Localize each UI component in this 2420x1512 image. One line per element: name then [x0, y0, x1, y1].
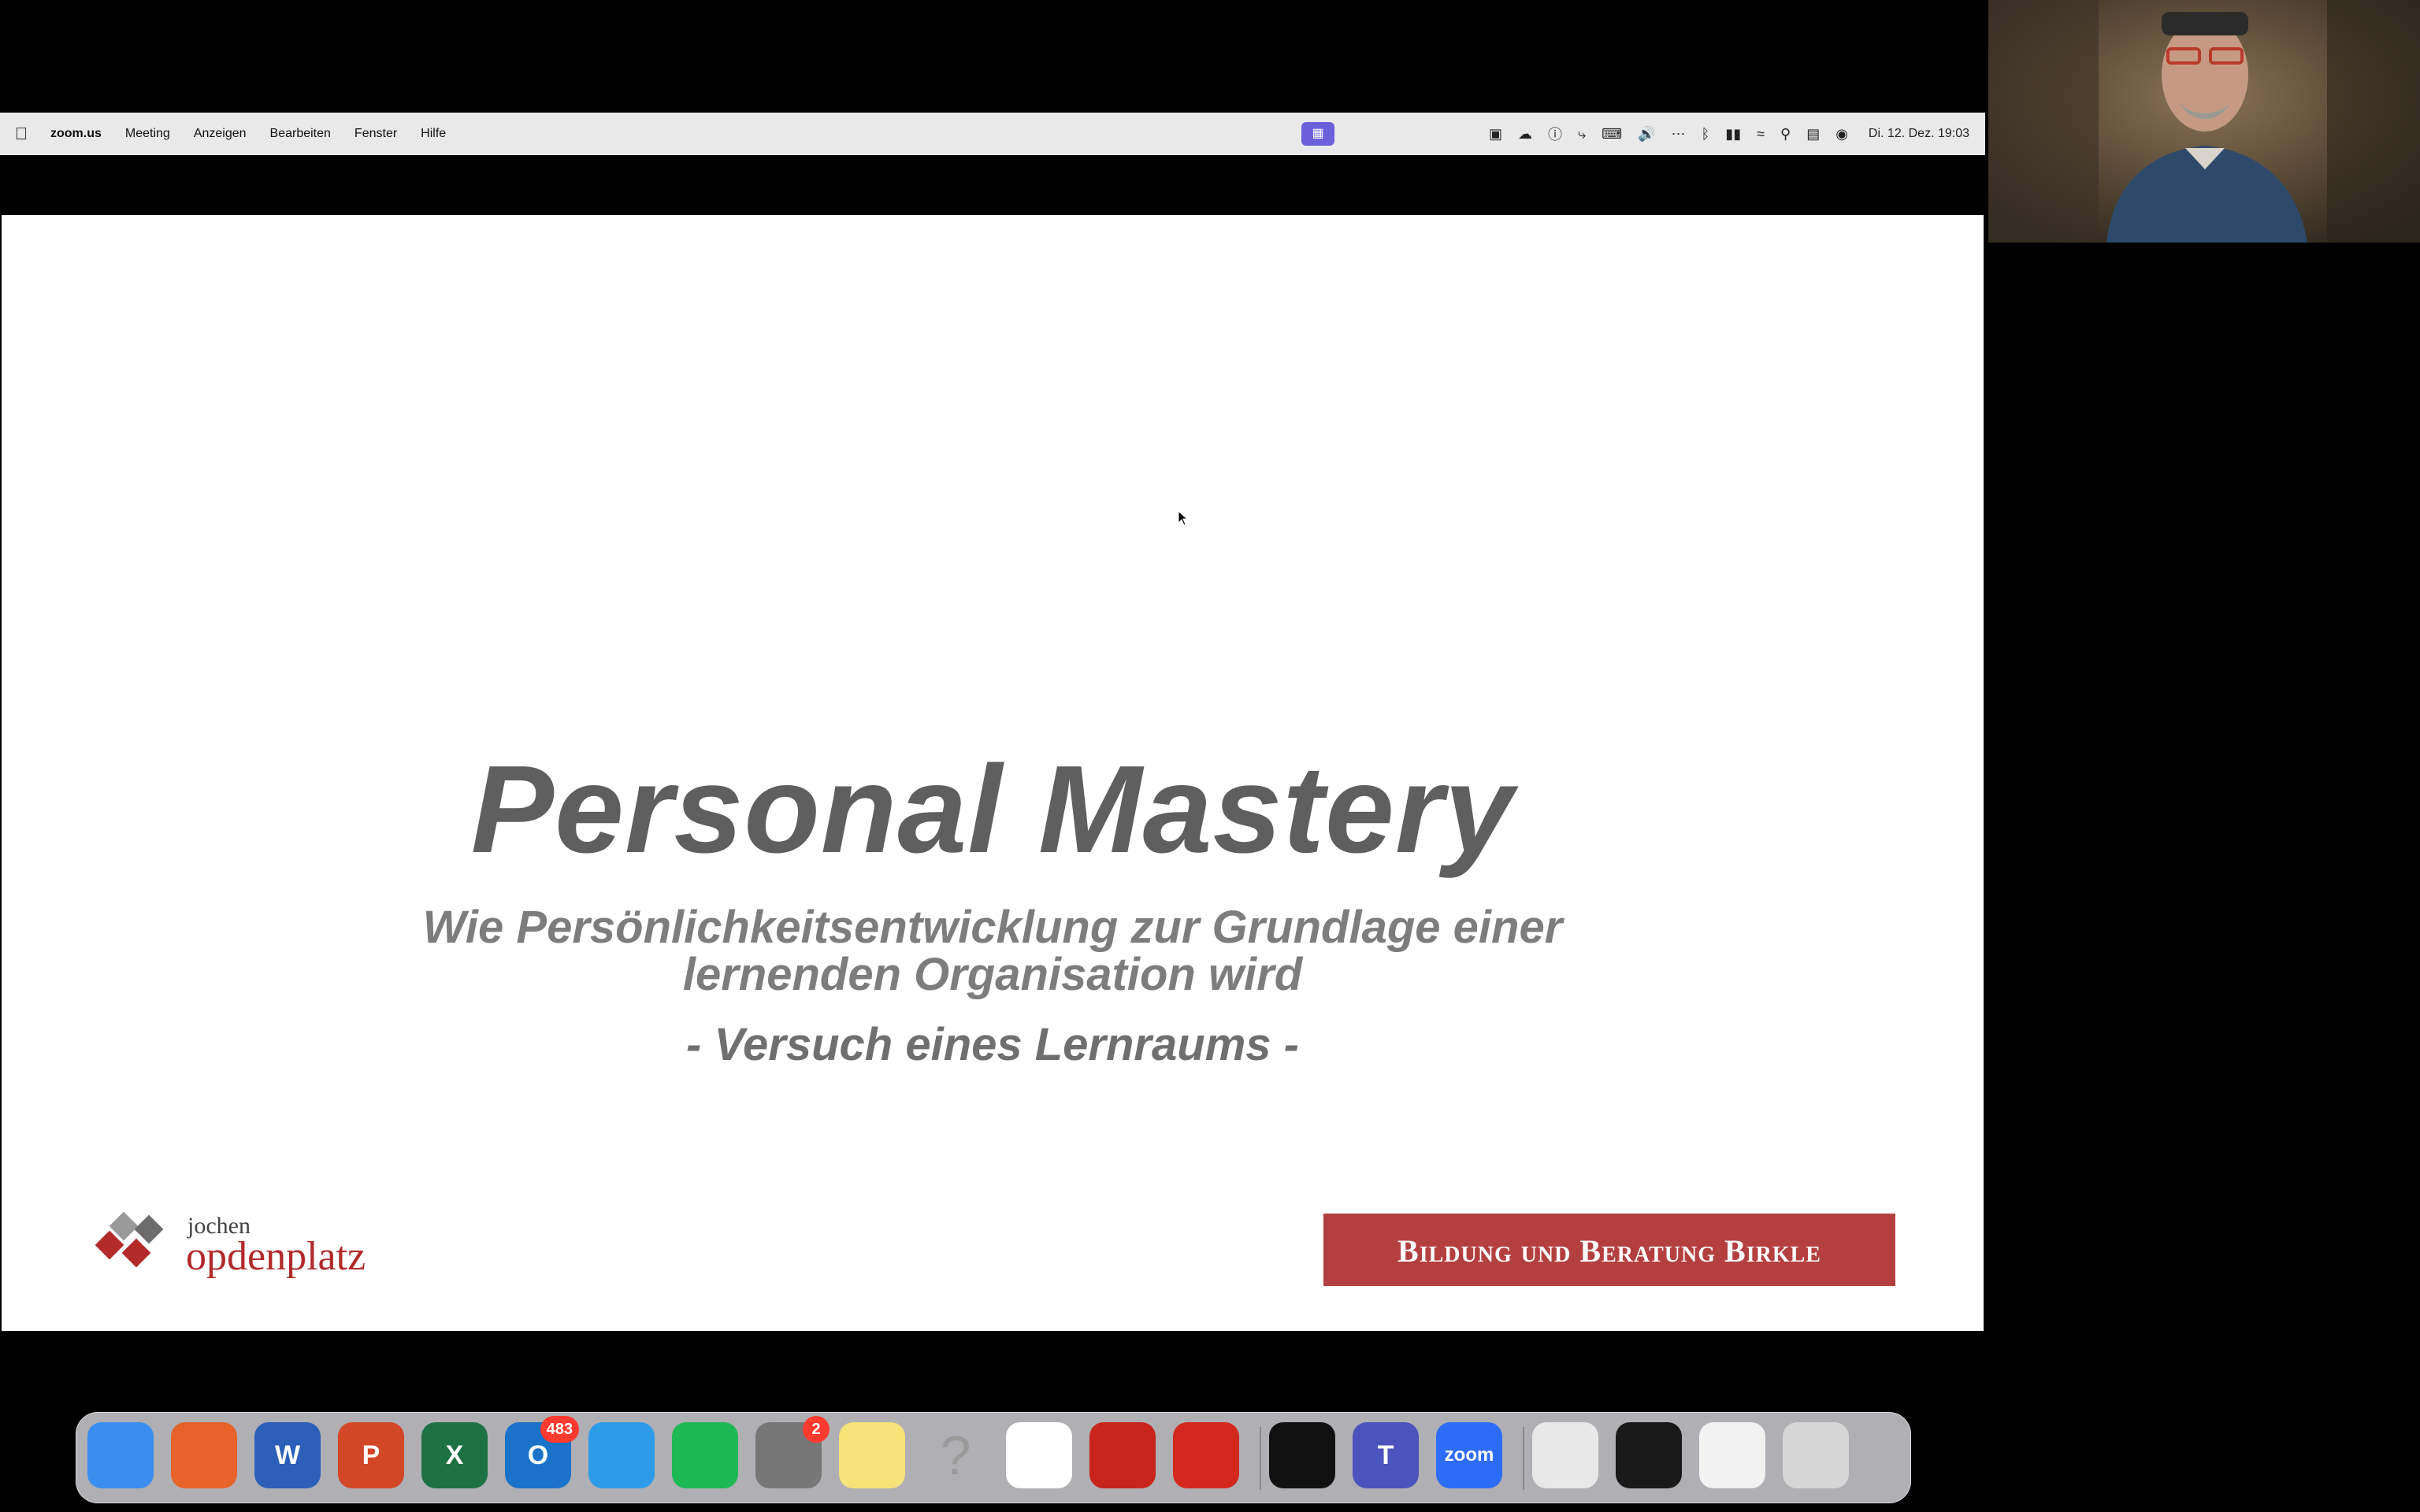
logo-last-name: opdenplatz [186, 1234, 366, 1279]
battery-icon[interactable]: ▮▮ [1725, 126, 1741, 143]
dock-separator [1523, 1427, 1524, 1490]
teams-icon: T [1377, 1440, 1394, 1470]
clock-app[interactable] [1269, 1422, 1335, 1488]
outlook-icon: O [527, 1440, 549, 1470]
presentation-slide: Personal Mastery Wie Persönlichkeitsentw… [2, 215, 1984, 1331]
avira-status-icon[interactable]: ⤷ [1578, 126, 1586, 143]
menu-meeting[interactable]: Meeting [113, 127, 182, 141]
shared-screen:  zoom.us Meeting Anzeigen Bearbeiten Fe… [0, 113, 1985, 1503]
outlook-app[interactable]: O 483 [505, 1416, 579, 1488]
safari-app[interactable] [588, 1422, 655, 1488]
menu-bar-clock[interactable]: Di. 12. Dez. 19:03 [1869, 127, 1969, 141]
zoom-icon: zoom [1444, 1444, 1494, 1466]
opdenplatz-logo: jochen opdenplatz [90, 1211, 405, 1282]
logo-mark-icon [95, 1211, 164, 1268]
bluetooth-icon[interactable]: ᛒ [1701, 126, 1709, 143]
zoom-app[interactable]: zoom [1436, 1422, 1502, 1488]
keyboard-icon[interactable]: ⌨ [1602, 126, 1622, 143]
app-menu[interactable]: zoom.us [43, 127, 113, 141]
pdf-document[interactable] [1532, 1422, 1598, 1488]
slide-subtitle: Wie Persönlichkeitsentwicklung zur Grund… [2, 904, 1984, 999]
menu-bar:  zoom.us Meeting Anzeigen Bearbeiten Fe… [0, 113, 1985, 155]
display-icon[interactable]: ▤ [1806, 126, 1820, 143]
recent-window-spotify[interactable] [1616, 1422, 1682, 1488]
menu-bearbeiten[interactable]: Bearbeiten [258, 127, 343, 141]
menu-anzeigen[interactable]: Anzeigen [182, 127, 258, 141]
participant-video-tile[interactable] [1988, 0, 2420, 243]
birkle-banner: Bildung und Beratung Birkle [1323, 1214, 1895, 1286]
trash[interactable] [1783, 1422, 1849, 1488]
word-app[interactable]: W [254, 1422, 321, 1488]
unknown-app[interactable]: ? [922, 1422, 989, 1488]
apple-menu-icon[interactable]:  [0, 124, 43, 144]
menu-hilfe[interactable]: Hilfe [409, 127, 458, 141]
presentation-top-band [0, 155, 1985, 215]
powerpoint-icon: P [362, 1440, 380, 1470]
dock-separator [1260, 1427, 1261, 1490]
recent-window-word[interactable] [1699, 1422, 1765, 1488]
powerpoint-app[interactable]: P [338, 1422, 404, 1488]
volume-icon[interactable]: 🔊 [1638, 126, 1655, 143]
menu-bar-left:  zoom.us Meeting Anzeigen Bearbeiten Fe… [0, 113, 458, 155]
slide-tagline: - Versuch eines Lernraums - [686, 1019, 1299, 1070]
slide-subtitle-line-1: Wie Persönlichkeitsentwicklung zur Grund… [422, 902, 1563, 953]
word-icon: W [274, 1440, 301, 1470]
notification-badge: 483 [540, 1416, 579, 1443]
slide-subtitle-line-2: lernenden Organisation wird [682, 949, 1303, 1000]
finder-app[interactable] [87, 1422, 154, 1488]
firefox-app[interactable] [171, 1422, 237, 1488]
participant-video-image [1988, 0, 2420, 243]
onedrive-app[interactable] [1006, 1422, 1072, 1488]
menu-fenster[interactable]: Fenster [343, 127, 409, 141]
question-icon: ? [940, 1425, 971, 1486]
spotify-app[interactable] [672, 1422, 738, 1488]
excel-icon: X [445, 1440, 464, 1470]
info-icon[interactable]: ⓘ [1548, 124, 1562, 144]
spotlight-search-icon[interactable]: ⚲ [1780, 126, 1791, 143]
desktop:  zoom.us Meeting Anzeigen Bearbeiten Fe… [0, 0, 2420, 1512]
outlook-status-icon[interactable]: ▣ [1489, 126, 1502, 143]
notification-badge: 2 [803, 1416, 830, 1443]
control-center-icon[interactable]: ◉ [1835, 126, 1848, 143]
avira-app[interactable] [1173, 1422, 1239, 1488]
status-area: ▣ ☁ ⓘ ⤷ ⌨ 🔊 ⋯ ᛒ ▮▮ ≈ ⚲ ▤ ◉ Di. 12. Dez. … [1489, 113, 1969, 155]
teams-app[interactable]: T [1353, 1422, 1419, 1488]
mouse-cursor-icon [1178, 510, 1189, 526]
slide-title: Personal Mastery [470, 740, 1515, 879]
acrobat-app[interactable] [1089, 1422, 1156, 1488]
excel-app[interactable]: X [421, 1422, 488, 1488]
dock: W P X O 483 2? Tzoom [76, 1412, 1911, 1503]
cloud-icon[interactable]: ☁ [1518, 126, 1532, 143]
sync-icon[interactable]: ⋯ [1671, 126, 1685, 143]
wifi-icon[interactable]: ≈ [1757, 126, 1765, 143]
screen-share-indicator-icon[interactable]: ▦ [1301, 122, 1334, 146]
settings-app[interactable]: 2 [755, 1416, 830, 1488]
notes-app[interactable] [839, 1422, 905, 1488]
